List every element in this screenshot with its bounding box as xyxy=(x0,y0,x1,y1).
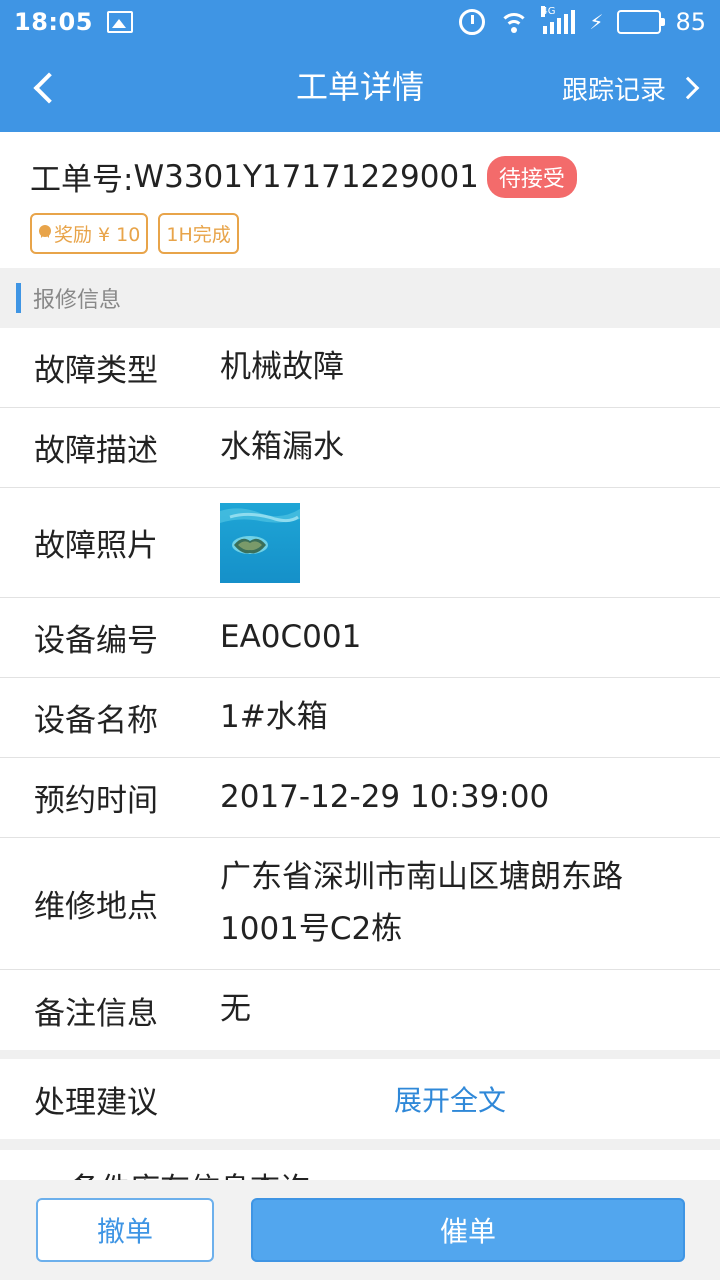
award-icon xyxy=(38,224,52,243)
expand-full-text-link[interactable]: 展开全文 xyxy=(394,1079,506,1119)
suggestion-row: 处理建议 展开全文 xyxy=(0,1059,720,1139)
info-row-device-code: 设备编号 EA0C001 xyxy=(0,598,720,678)
info-value: 水箱漏水 xyxy=(220,428,344,465)
info-row-fault-photo: 故障照片 xyxy=(0,488,720,598)
info-value: 机械故障 xyxy=(220,348,344,385)
section-accent-bar xyxy=(16,283,21,313)
network-type: 4G xyxy=(541,6,556,17)
time-tag: 1H完成 xyxy=(158,213,239,254)
info-row-fault-type: 故障类型 机械故障 xyxy=(0,328,720,408)
info-row-remark: 备注信息 无 xyxy=(0,970,720,1050)
status-time: 18:05 xyxy=(14,8,93,36)
info-label: 故障照片 xyxy=(34,528,158,564)
info-label: 预约时间 xyxy=(34,783,158,819)
info-value: EA0C001 xyxy=(220,618,362,655)
signal-icon: 4G xyxy=(541,6,576,34)
order-header: 工单号: W3301Y17171229001 待接受 奖励 ¥ 10 1H完成 xyxy=(0,132,720,268)
status-icons: 4G ⚡ 85 xyxy=(459,6,706,36)
info-row-fault-desc: 故障描述 水箱漏水 xyxy=(0,408,720,488)
image-notification-icon xyxy=(106,11,133,33)
back-button[interactable] xyxy=(26,66,70,110)
info-label: 故障类型 xyxy=(34,353,158,389)
info-row-appointment: 预约时间 2017-12-29 10:39:00 xyxy=(0,758,720,838)
info-label: 故障描述 xyxy=(34,433,158,469)
info-label: 设备编号 xyxy=(34,623,158,659)
battery-level: 85 xyxy=(675,8,706,36)
repair-info-list: 故障类型 机械故障 故障描述 水箱漏水 故障照片 设备编号 EA0C001 设备… xyxy=(0,328,720,1050)
section-header: 报修信息 xyxy=(0,268,720,328)
section-title: 报修信息 xyxy=(33,288,122,313)
charging-icon: ⚡ xyxy=(589,10,604,34)
urge-order-button[interactable]: 催单 xyxy=(251,1198,685,1262)
time-tag-text: 1H完成 xyxy=(166,224,231,246)
wifi-icon xyxy=(499,11,530,33)
reward-tag-text: 奖励 ¥ 10 xyxy=(54,224,141,246)
reward-tag: 奖励 ¥ 10 xyxy=(30,213,149,254)
order-number: W3301Y17171229001 xyxy=(133,158,479,195)
battery-icon xyxy=(617,10,666,34)
alarm-icon xyxy=(459,9,486,35)
order-number-label: 工单号: xyxy=(30,162,134,198)
cancel-order-button[interactable]: 撤单 xyxy=(36,1198,214,1262)
track-record-link[interactable]: 跟踪记录 xyxy=(561,44,700,132)
track-record-label: 跟踪记录 xyxy=(561,75,666,106)
info-label: 备注信息 xyxy=(34,995,158,1032)
info-label: 维修地点 xyxy=(34,889,158,925)
info-value: 广东省深圳市南山区塘朗东路1001号C2栋 xyxy=(220,859,623,947)
fault-photo-thumbnail[interactable] xyxy=(220,502,300,583)
bottom-action-bar: 撤单 催单 xyxy=(0,1180,720,1280)
status-badge: 待接受 xyxy=(486,155,577,198)
info-row-location: 维修地点 广东省深圳市南山区塘朗东路1001号C2栋 xyxy=(0,838,720,970)
info-value: 无 xyxy=(220,991,251,1028)
info-row-device-name: 设备名称 1#水箱 xyxy=(0,678,720,758)
nav-bar: 工单详情 跟踪记录 xyxy=(0,44,720,132)
suggestion-label: 处理建议 xyxy=(34,1084,158,1121)
info-label: 设备名称 xyxy=(34,703,158,739)
info-value: 1#水箱 xyxy=(220,698,328,735)
status-bar: 18:05 4G ⚡ 85 xyxy=(0,0,720,44)
chevron-right-icon xyxy=(676,76,700,100)
info-value: 2017-12-29 10:39:00 xyxy=(220,778,550,815)
